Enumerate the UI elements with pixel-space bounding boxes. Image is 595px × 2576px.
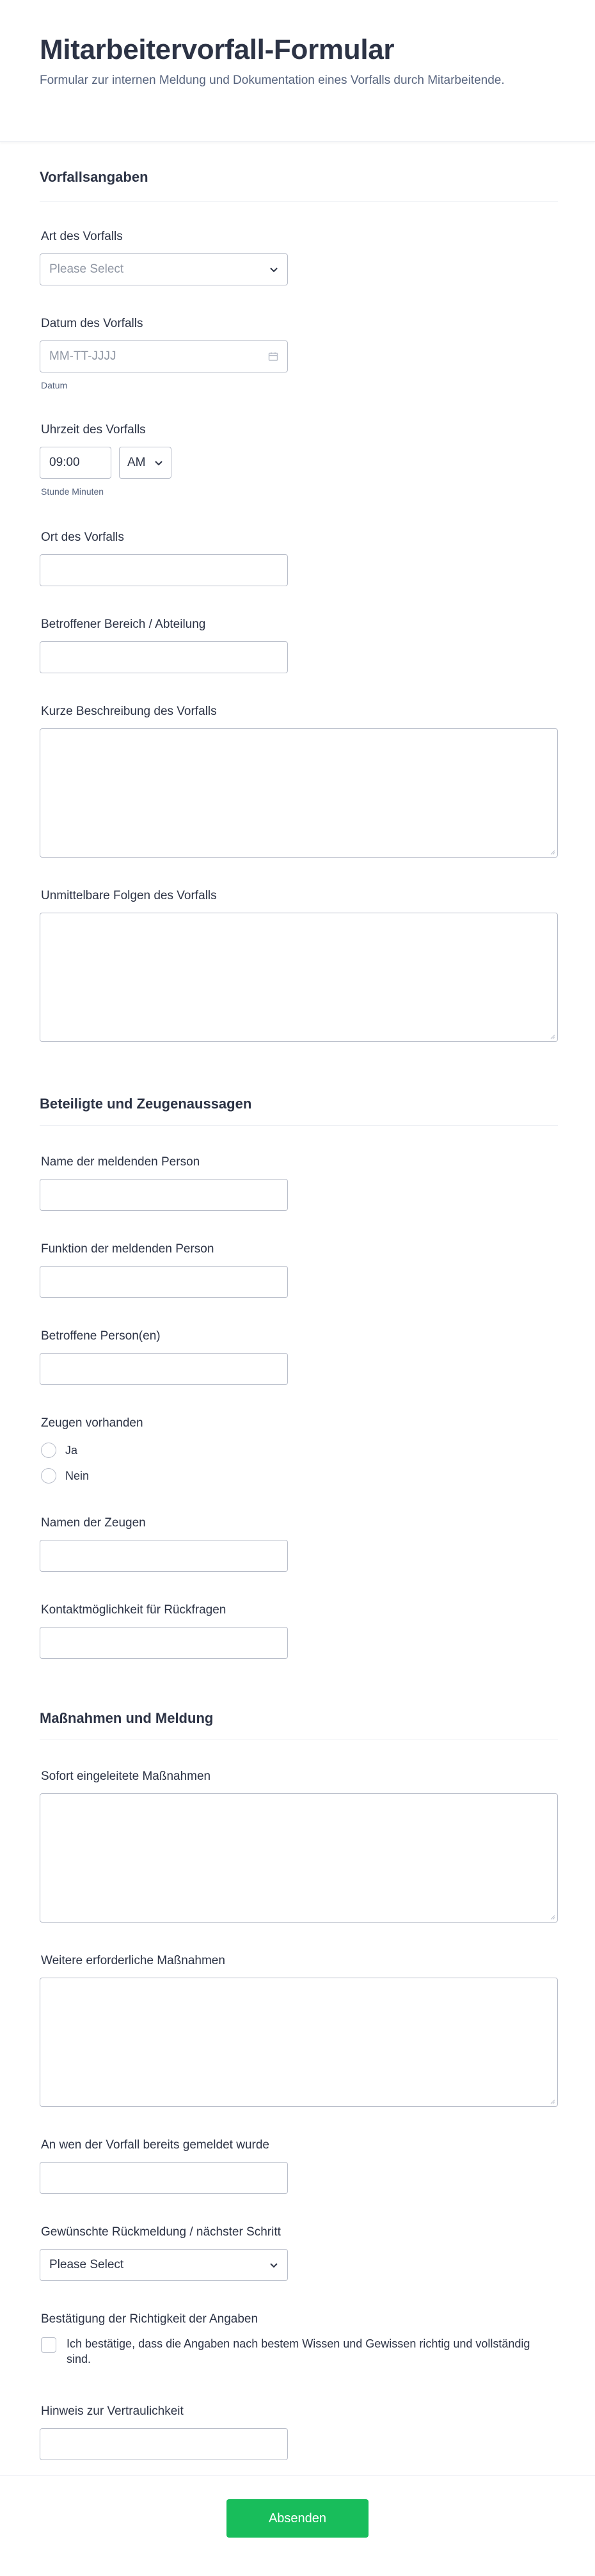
form-header: Mitarbeitervorfall-Formular Formular zur… bbox=[0, 0, 595, 142]
field-confidentiality: Hinweis zur Vertraulichkeit bbox=[40, 2404, 288, 2460]
ampm-value: AM bbox=[127, 456, 146, 469]
reporter-name-input[interactable] bbox=[40, 1179, 288, 1211]
radio-label: Ja bbox=[65, 1443, 78, 1457]
field-date: Datum des Vorfalls MM-TT-JJJJ Datum bbox=[40, 316, 288, 390]
time-sublabel: Stunde Minuten bbox=[41, 486, 104, 497]
time-input[interactable]: 09:00 bbox=[40, 447, 111, 479]
calendar-icon[interactable] bbox=[268, 351, 278, 362]
field-label: Kurze Beschreibung des Vorfalls bbox=[41, 705, 217, 718]
radio-option-ja[interactable]: Ja bbox=[41, 1440, 143, 1460]
field-label: Name der meldenden Person bbox=[41, 1155, 200, 1169]
reported-to-input[interactable] bbox=[40, 2162, 288, 2194]
section-measures: Maßnahmen und Meldung bbox=[40, 1709, 558, 1740]
field-reporter-name: Name der meldenden Person bbox=[40, 1155, 288, 1211]
resize-handle-icon[interactable] bbox=[549, 849, 555, 855]
contact-input[interactable] bbox=[40, 1627, 288, 1659]
field-label: Bestätigung der Richtigkeit der Angaben bbox=[41, 2312, 258, 2326]
description-textarea[interactable] bbox=[40, 728, 558, 858]
field-description: Kurze Beschreibung des Vorfalls bbox=[40, 704, 558, 858]
field-label: Funktion der meldenden Person bbox=[41, 1242, 214, 1256]
submit-button[interactable]: Absenden bbox=[226, 2499, 369, 2538]
confirmation-checkbox[interactable] bbox=[41, 2337, 56, 2353]
reporter-role-input[interactable] bbox=[40, 1266, 288, 1298]
date-input[interactable]: MM-TT-JJJJ bbox=[40, 340, 288, 372]
ampm-select[interactable]: AM bbox=[119, 447, 171, 479]
field-reporter-role: Funktion der meldenden Person bbox=[40, 1242, 288, 1298]
resize-handle-icon[interactable] bbox=[549, 1033, 555, 1039]
field-label: Betroffener Bereich / Abteilung bbox=[41, 618, 206, 631]
field-label: Unmittelbare Folgen des Vorfalls bbox=[41, 889, 217, 902]
section-title: Beteiligte und Zeugenaussagen bbox=[40, 1096, 252, 1112]
confidentiality-input[interactable] bbox=[40, 2428, 288, 2460]
field-location: Ort des Vorfalls bbox=[40, 530, 288, 586]
date-sublabel: Datum bbox=[41, 380, 68, 390]
type-select[interactable]: Please Select bbox=[40, 253, 288, 285]
location-input[interactable] bbox=[40, 554, 288, 586]
field-confirmation: Bestätigung der Richtigkeit der Angaben … bbox=[40, 2312, 540, 2367]
date-placeholder: MM-TT-JJJJ bbox=[49, 349, 116, 363]
field-label: Sofort eingeleitete Maßnahmen bbox=[41, 1770, 211, 1783]
section-title: Maßnahmen und Meldung bbox=[40, 1710, 214, 1726]
field-affected: Betroffene Person(en) bbox=[40, 1329, 288, 1385]
field-label: An wen der Vorfall bereits gemeldet wurd… bbox=[41, 2138, 269, 2152]
field-further-measures: Weitere erforderliche Maßnahmen bbox=[40, 1953, 558, 2107]
field-label: Zeugen vorhanden bbox=[41, 1416, 143, 1430]
consequences-textarea[interactable] bbox=[40, 913, 558, 1042]
chevron-down-icon bbox=[270, 268, 278, 273]
chevron-down-icon bbox=[155, 461, 163, 466]
radio-button[interactable] bbox=[41, 1468, 56, 1484]
section-title: Vorfallsangaben bbox=[40, 169, 148, 185]
field-label: Datum des Vorfalls bbox=[41, 317, 143, 330]
field-label: Gewünschte Rückmeldung / nächster Schrit… bbox=[41, 2225, 281, 2239]
checkbox-label: Ich bestätige, dass die Angaben nach bes… bbox=[67, 2337, 530, 2365]
radio-label: Nein bbox=[65, 1469, 90, 1482]
chevron-down-icon bbox=[270, 2263, 278, 2268]
field-immediate-measures: Sofort eingeleitete Maßnahmen bbox=[40, 1769, 558, 1923]
resize-handle-icon[interactable] bbox=[549, 1914, 555, 1920]
field-label: Betroffene Person(en) bbox=[41, 1329, 161, 1343]
select-value: Please Select bbox=[49, 2258, 124, 2271]
field-feedback: Gewünschte Rückmeldung / nächster Schrit… bbox=[40, 2225, 288, 2281]
field-label: Namen der Zeugen bbox=[41, 1516, 146, 1530]
form-title: Mitarbeitervorfall-Formular bbox=[40, 34, 395, 65]
field-label: Uhrzeit des Vorfalls bbox=[41, 423, 146, 436]
form-page: Mitarbeitervorfall-Formular Formular zur… bbox=[0, 0, 595, 2576]
radio-option-nein[interactable]: Nein bbox=[41, 1466, 143, 1486]
field-label: Hinweis zur Vertraulichkeit bbox=[41, 2404, 184, 2418]
select-value: Please Select bbox=[49, 262, 124, 276]
feedback-select[interactable]: Please Select bbox=[40, 2249, 288, 2281]
immediate-measures-textarea[interactable] bbox=[40, 1793, 558, 1923]
section-involved: Beteiligte und Zeugenaussagen bbox=[40, 1094, 558, 1126]
field-time: Uhrzeit des Vorfalls 09:00 AM Stunde Min… bbox=[40, 422, 171, 497]
field-label: Weitere erforderliche Maßnahmen bbox=[41, 1954, 225, 1967]
field-consequences: Unmittelbare Folgen des Vorfalls bbox=[40, 888, 558, 1042]
further-measures-textarea[interactable] bbox=[40, 1978, 558, 2107]
radio-button[interactable] bbox=[41, 1443, 56, 1458]
field-type: Art des Vorfalls Please Select bbox=[40, 229, 288, 285]
field-label: Kontaktmöglichkeit für Rückfragen bbox=[41, 1603, 226, 1617]
field-contact: Kontaktmöglichkeit für Rückfragen bbox=[40, 1603, 288, 1659]
field-witnesses: Zeugen vorhanden Ja Nein bbox=[40, 1416, 143, 1491]
form-subtitle: Formular zur internen Meldung und Dokume… bbox=[40, 74, 505, 87]
section-incident: Vorfallsangaben bbox=[40, 168, 558, 202]
confirmation-checkbox-row[interactable]: Ich bestätige, dass die Angaben nach bes… bbox=[41, 2336, 540, 2367]
field-department: Betroffener Bereich / Abteilung bbox=[40, 617, 288, 673]
form-footer: Absenden bbox=[0, 2476, 595, 2576]
field-witness-names: Namen der Zeugen bbox=[40, 1516, 288, 1572]
affected-input[interactable] bbox=[40, 1353, 288, 1385]
field-label: Ort des Vorfalls bbox=[41, 531, 124, 544]
field-reported-to: An wen der Vorfall bereits gemeldet wurd… bbox=[40, 2138, 288, 2194]
department-input[interactable] bbox=[40, 641, 288, 673]
resize-handle-icon[interactable] bbox=[549, 2098, 555, 2104]
field-label: Art des Vorfalls bbox=[41, 230, 123, 243]
witness-names-input[interactable] bbox=[40, 1540, 288, 1572]
